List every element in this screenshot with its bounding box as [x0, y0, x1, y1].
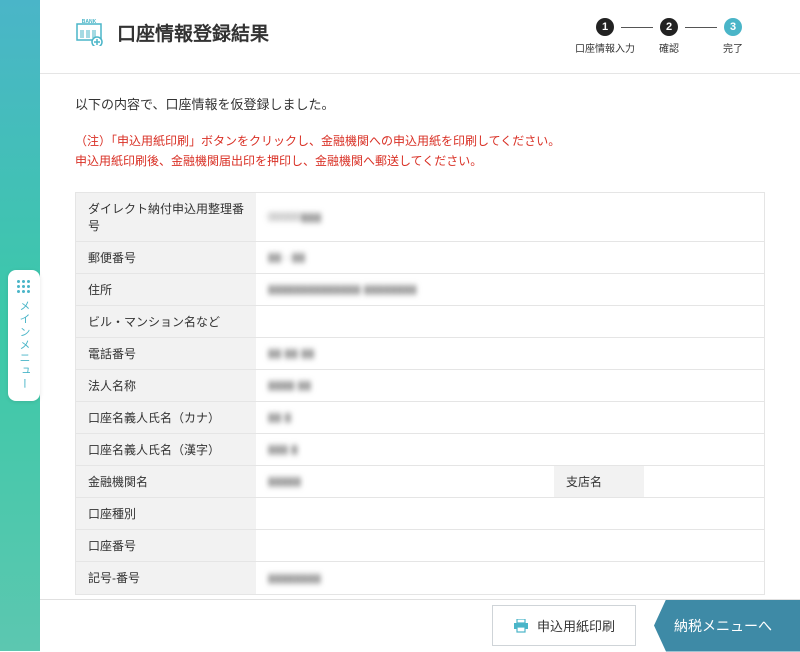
page-header: BANK 口座情報登録結果 1 口座情報入力 2 確認 3 完了: [40, 0, 800, 74]
value-postal-code: ▮▮ - ▮▮: [256, 243, 764, 271]
print-button[interactable]: 申込用紙印刷: [492, 605, 636, 646]
label-bank-name: 金融機関名: [76, 466, 256, 497]
value-account-type: [256, 506, 764, 520]
row-bank-branch: 金融機関名 ▮▮▮▮▮ 支店名: [76, 466, 764, 498]
warning-line-2: 申込用紙印刷後、金融機関届出印を押印し、金融機関へ郵送してください。: [75, 151, 765, 171]
value-phone: ▮▮ ▮▮ ▮▮: [256, 339, 764, 367]
value-address: ▮▮▮▮▮▮▮▮▮▮▮▮▮▮ ▮▮▮▮▮▮▮▮: [256, 275, 764, 303]
page-title: 口座情報登録結果: [117, 19, 269, 46]
row-account-number: 口座番号: [76, 530, 764, 562]
label-branch-name: 支店名: [554, 466, 644, 497]
value-account-kana: ▮▮ ▮: [256, 403, 764, 431]
label-building: ビル・マンション名など: [76, 306, 256, 337]
label-account-kana: 口座名義人氏名（カナ）: [76, 402, 256, 433]
next-button-label: 納税メニューへ: [674, 616, 772, 636]
value-account-kanji: ▮▮▮ ▮: [256, 435, 764, 463]
bank-icon: BANK: [75, 18, 105, 46]
row-building: ビル・マンション名など: [76, 306, 764, 338]
step-3-circle: 3: [724, 18, 742, 36]
row-account-kanji: 口座名義人氏名（漢字） ▮▮▮ ▮: [76, 434, 764, 466]
step-3-label: 完了: [723, 40, 743, 55]
label-reference-number: ダイレクト納付申込用整理番号: [76, 193, 256, 241]
label-symbol-number: 記号-番号: [76, 562, 256, 594]
label-account-type: 口座種別: [76, 498, 256, 529]
print-button-label: 申込用紙印刷: [537, 616, 615, 635]
content-area: 以下の内容で、口座情報を仮登録しました。 （注）「申込用紙印刷」ボタンをクリック…: [40, 74, 800, 595]
label-phone: 電話番号: [76, 338, 256, 369]
value-account-number: [256, 538, 764, 552]
value-reference-number: 00000▮▮▮: [256, 203, 764, 231]
value-symbol-number: ▮▮▮▮▮▮▮▮: [256, 564, 764, 592]
row-reference-number: ダイレクト納付申込用整理番号 00000▮▮▮: [76, 193, 764, 242]
warning-text: （注）「申込用紙印刷」ボタンをクリックし、金融機関への申込用紙を印刷してください…: [75, 131, 765, 172]
value-branch-name: [644, 474, 764, 488]
step-1-label: 口座情報入力: [575, 40, 635, 55]
row-address: 住所 ▮▮▮▮▮▮▮▮▮▮▮▮▮▮ ▮▮▮▮▮▮▮▮: [76, 274, 764, 306]
label-account-number: 口座番号: [76, 530, 256, 561]
step-3: 3 完了: [701, 18, 765, 55]
row-postal-code: 郵便番号 ▮▮ - ▮▮: [76, 242, 764, 274]
svg-text:BANK: BANK: [82, 19, 97, 25]
header-title-block: BANK 口座情報登録結果: [75, 18, 269, 46]
row-account-kana: 口座名義人氏名（カナ） ▮▮ ▮: [76, 402, 764, 434]
main-menu-label: メインメニュー: [16, 300, 32, 391]
label-account-kanji: 口座名義人氏名（漢字）: [76, 434, 256, 465]
grid-icon: [17, 280, 31, 294]
warning-line-1: （注）「申込用紙印刷」ボタンをクリックし、金融機関への申込用紙を印刷してください…: [75, 131, 765, 151]
step-2-circle: 2: [660, 18, 678, 36]
page-container: BANK 口座情報登録結果 1 口座情報入力 2 確認 3 完了: [40, 0, 800, 651]
step-indicator: 1 口座情報入力 2 確認 3 完了: [573, 18, 765, 55]
value-building: [256, 314, 764, 328]
step-1-circle: 1: [596, 18, 614, 36]
main-menu-tab[interactable]: メインメニュー: [8, 270, 40, 401]
row-account-type: 口座種別: [76, 498, 764, 530]
bottom-bar: 申込用紙印刷 納税メニューへ: [40, 599, 800, 651]
value-bank-name: ▮▮▮▮▮: [256, 467, 554, 495]
next-button[interactable]: 納税メニューへ: [654, 600, 800, 652]
step-1: 1 口座情報入力: [573, 18, 637, 55]
info-table: ダイレクト納付申込用整理番号 00000▮▮▮ 郵便番号 ▮▮ - ▮▮ 住所 …: [75, 192, 765, 595]
label-postal-code: 郵便番号: [76, 242, 256, 273]
row-corp-name: 法人名称 ▮▮▮▮ ▮▮: [76, 370, 764, 402]
row-symbol-number: 記号-番号 ▮▮▮▮▮▮▮▮: [76, 562, 764, 594]
intro-text: 以下の内容で、口座情報を仮登録しました。: [75, 94, 765, 113]
label-corp-name: 法人名称: [76, 370, 256, 401]
value-corp-name: ▮▮▮▮ ▮▮: [256, 371, 764, 399]
label-address: 住所: [76, 274, 256, 305]
row-phone: 電話番号 ▮▮ ▮▮ ▮▮: [76, 338, 764, 370]
step-2-label: 確認: [659, 40, 679, 55]
step-2: 2 確認: [637, 18, 701, 55]
printer-icon: [513, 619, 529, 633]
